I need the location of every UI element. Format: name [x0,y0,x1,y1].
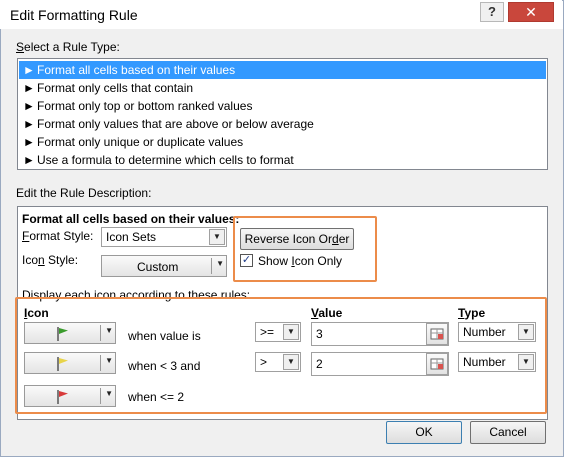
type-select-row-2[interactable]: Number ▼ [458,352,536,372]
chevron-down-icon[interactable]: ▼ [216,259,224,268]
rule-type-heading: Select a Rule Type: [16,40,120,54]
rule-type-item-label: Format only values that are above or bel… [37,117,314,131]
arrow-right-icon: ► [23,99,35,113]
condition-row-1: when value is [128,329,201,343]
format-style-label: Format Style: [22,229,94,243]
arrow-right-icon: ► [23,81,35,95]
column-header-value: Value [311,306,343,320]
chevron-down-icon[interactable]: ▼ [105,326,113,335]
red-flag-icon [57,390,68,404]
type-select-row-1[interactable]: Number ▼ [458,322,536,342]
yellow-flag-icon [57,357,68,371]
chevron-down-icon[interactable]: ▼ [105,356,113,365]
arrow-right-icon: ► [23,135,35,149]
rule-type-item-label: Format all cells based on their values [37,63,236,77]
rule-type-item-top-bottom[interactable]: ► Format only top or bottom ranked values [19,97,546,115]
show-icon-only-label[interactable]: Show Icon Only [258,254,342,268]
icon-select-row-3[interactable]: ▼ [24,385,116,407]
split-divider [211,258,212,274]
green-flag-icon [57,327,68,341]
operator-value-row-1: >= [260,325,275,339]
cancel-button[interactable]: Cancel [470,421,546,444]
rule-type-item-label: Format only top or bottom ranked values [37,99,253,113]
chevron-down-icon[interactable]: ▼ [209,229,225,245]
operator-select-row-2[interactable]: > ▼ [255,352,301,372]
rule-type-item-label: Format only cells that contain [37,81,194,95]
split-divider [100,355,101,371]
condition-row-2: when < 3 and [128,359,201,373]
condition-row-3: when <= 2 [128,390,185,404]
help-button[interactable]: ? [480,2,504,22]
rule-subheading: Format all cells based on their values: [22,212,240,226]
icon-style-select[interactable]: Custom ▼ [101,255,227,277]
chevron-down-icon[interactable]: ▼ [518,324,534,340]
close-button[interactable]: ✕ [508,2,554,22]
rules-heading: Display each icon according to these rul… [22,288,251,302]
arrow-right-icon: ► [23,153,35,167]
rule-type-item-unique-duplicate[interactable]: ► Format only unique or duplicate values [19,133,546,151]
chevron-down-icon[interactable]: ▼ [518,354,534,370]
split-divider [100,325,101,341]
range-picker-icon [430,328,444,340]
rule-type-heading-rest: elect a Rule Type: [24,40,120,54]
operator-select-row-1[interactable]: >= ▼ [255,322,301,342]
operator-value-row-2: > [260,355,268,369]
chevron-down-icon[interactable]: ▼ [283,354,299,370]
split-divider [100,388,101,404]
rule-type-list[interactable]: ► Format all cells based on their values … [17,58,548,170]
rule-type-item-label: Format only unique or duplicate values [37,135,244,149]
type-value-row-1: Number [463,325,506,339]
rule-type-item-formula[interactable]: ► Use a formula to determine which cells … [19,151,546,169]
range-picker-button-row-1[interactable] [426,323,448,345]
title-bar[interactable]: Edit Formatting Rule ? ✕ [0,0,562,29]
rule-type-item-cells-contain[interactable]: ► Format only cells that contain [19,79,546,97]
icon-style-value: Custom [137,260,179,274]
rule-description-heading: Edit the Rule Description: [16,186,152,200]
column-header-icon: Icon [24,306,49,320]
window-title: Edit Formatting Rule [10,7,138,23]
format-style-select[interactable]: Icon Sets ▼ [101,227,227,247]
chevron-down-icon[interactable]: ▼ [105,389,113,398]
icon-style-label: Icon Style: [22,253,79,267]
icon-select-row-1[interactable]: ▼ [24,322,116,344]
column-header-type: Type [458,306,486,320]
arrow-right-icon: ► [23,117,35,131]
show-icon-only-checkbox[interactable]: ✓ [240,254,253,267]
format-style-value: Icon Sets [106,230,157,244]
icon-select-row-2[interactable]: ▼ [24,352,116,374]
range-picker-icon [430,358,444,370]
rule-type-item-all-cells[interactable]: ► Format all cells based on their values [19,61,546,79]
range-picker-button-row-2[interactable] [426,353,448,375]
rule-type-item-above-below-average[interactable]: ► Format only values that are above or be… [19,115,546,133]
reverse-icon-order-button[interactable]: Reverse Icon Order [240,228,354,250]
type-value-row-2: Number [463,355,506,369]
chevron-down-icon[interactable]: ▼ [283,324,299,340]
arrow-right-icon: ► [23,63,35,77]
ok-button[interactable]: OK [386,421,462,444]
rule-type-item-label: Use a formula to determine which cells t… [37,153,294,167]
